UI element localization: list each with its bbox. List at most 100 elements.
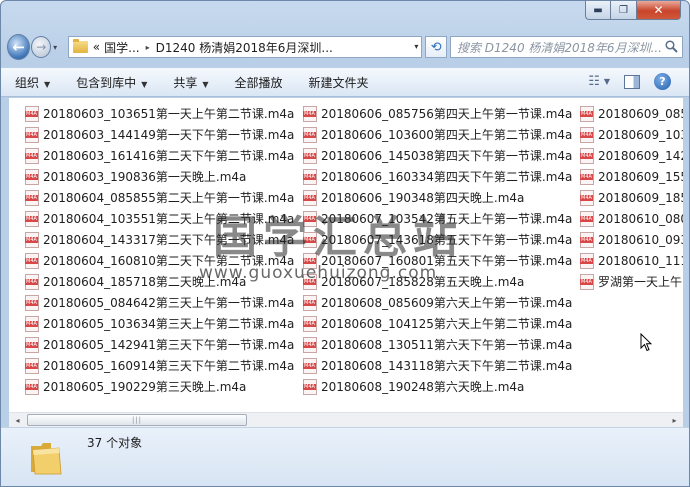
file-name: 20180608_085609第六天上午第一节课.m4a <box>321 296 573 310</box>
file-item[interactable]: 20180605_190229第三天晚上.m4a <box>25 376 294 397</box>
recent-pages-dropdown[interactable]: ▾ <box>53 43 64 52</box>
audio-file-icon <box>580 210 594 227</box>
audio-file-icon <box>580 273 594 290</box>
address-bar[interactable]: « 国学... ▸ D1240 杨清娟2018年6月深圳... ▾ <box>67 36 423 58</box>
file-name: 20180605_160914第三天下午第二节课.m4a <box>43 359 295 373</box>
search-icon[interactable] <box>665 40 678 53</box>
preview-pane-icon[interactable] <box>624 74 640 89</box>
audio-file-icon <box>25 378 39 395</box>
file-item[interactable]: 20180605_142941第三天下午第一节课.m4a <box>25 334 294 355</box>
audio-file-icon <box>580 126 594 143</box>
audio-file-icon <box>25 168 39 185</box>
include-in-library-menu[interactable]: 包含到库中 ▼ <box>76 74 147 91</box>
maximize-button[interactable]: ❐ <box>611 1 637 20</box>
search-input[interactable]: 搜索 D1240 杨清娟2018年6月深圳... <box>457 39 682 56</box>
details-pane: 37 个对象 <box>1 427 689 486</box>
audio-file-icon <box>25 147 39 164</box>
caption-buttons: ▬ ❐ ✕ <box>585 1 681 20</box>
file-item[interactable]: 20180606_160334第四天下午第二节课.m4a <box>303 166 572 187</box>
file-name: 20180609_1420 <box>598 148 683 163</box>
file-item[interactable]: 20180608_130511第六天下午第一节课.m4a <box>303 334 572 355</box>
file-item[interactable]: 20180609_1550 <box>580 166 683 187</box>
file-item[interactable]: 20180609_0857 <box>580 103 683 124</box>
file-item[interactable]: 罗湖第一天上午 <box>580 271 683 292</box>
view-options-icon[interactable]: ☷ ▼ <box>588 74 610 89</box>
file-name: 20180610_0938 <box>598 232 683 247</box>
organize-label: 组织 <box>15 75 40 90</box>
view-glyph: ☷ <box>588 74 600 89</box>
file-item[interactable]: 20180609_1857 <box>580 187 683 208</box>
scroll-right-arrow[interactable]: ▸ <box>667 414 682 427</box>
file-item[interactable]: 20180610_1118 <box>580 250 683 271</box>
file-item[interactable]: 20180608_085609第六天上午第一节课.m4a <box>303 292 572 313</box>
share-label: 共享 <box>173 75 198 90</box>
close-button[interactable]: ✕ <box>637 1 681 20</box>
audio-file-icon <box>580 168 594 185</box>
forward-button[interactable]: → <box>31 36 52 58</box>
file-item[interactable]: 20180606_145038第四天下午第一节课.m4a <box>303 145 572 166</box>
chevron-right-icon[interactable]: ▸ <box>146 43 150 52</box>
file-item[interactable]: 20180603_103651第一天上午第二节课.m4a <box>25 103 294 124</box>
chevron-down-icon: ▼ <box>603 77 610 86</box>
file-name: 20180606_160334第四天下午第二节课.m4a <box>321 170 573 184</box>
horizontal-scrollbar[interactable]: ◂ ||| ▸ <box>9 412 683 427</box>
file-name: 20180609_1857 <box>598 190 683 205</box>
file-name: 20180606_145038第四天下午第一节课.m4a <box>321 149 573 163</box>
file-item[interactable]: 20180606_085756第四天上午第一节课.m4a <box>303 103 572 124</box>
play-all-button[interactable]: 全部播放 <box>235 74 283 91</box>
refresh-button[interactable]: ⟲ <box>425 36 447 58</box>
file-name: 20180603_190836第一天晚上.m4a <box>43 170 247 184</box>
audio-file-icon <box>580 105 594 122</box>
audio-file-icon <box>580 147 594 164</box>
new-folder-button[interactable]: 新建文件夹 <box>309 74 369 91</box>
back-button[interactable]: ← <box>7 34 31 60</box>
audio-file-icon <box>25 189 39 206</box>
file-item[interactable]: 20180606_103600第四天上午第二节课.m4a <box>303 124 572 145</box>
item-count: 37 个对象 <box>87 436 143 450</box>
file-item[interactable]: 20180610_0808 <box>580 208 683 229</box>
file-item[interactable]: 20180603_190836第一天晚上.m4a <box>25 166 294 187</box>
navigation-bar: ← → ▾ « 国学... ▸ D1240 杨清娟2018年6月深圳... ▾ … <box>7 31 683 63</box>
chevron-down-icon[interactable]: ▾ <box>414 42 418 51</box>
file-name: 20180608_190248第六天晚上.m4a <box>321 380 525 394</box>
file-name: 罗湖第一天上午 <box>598 275 683 289</box>
audio-file-icon <box>25 105 39 122</box>
search-box[interactable]: 搜索 D1240 杨清娟2018年6月深圳... <box>449 36 683 58</box>
file-name: 20180605_103634第三天上午第二节课.m4a <box>43 317 295 331</box>
file-name: 20180605_084642第三天上午第一节课.m4a <box>43 296 295 310</box>
audio-file-icon <box>580 189 594 206</box>
file-item[interactable]: 20180609_1420 <box>580 145 683 166</box>
folder-icon <box>31 443 62 475</box>
mouse-cursor-icon <box>640 333 652 352</box>
file-item[interactable]: 20180608_190248第六天晚上.m4a <box>303 376 572 397</box>
address-overflow[interactable]: « <box>93 40 100 54</box>
file-item[interactable]: 20180603_144149第一天下午第一节课.m4a <box>25 124 294 145</box>
help-icon[interactable]: ? <box>654 73 671 90</box>
address-segment-root[interactable]: 国学... <box>104 39 139 56</box>
explorer-window: ▬ ❐ ✕ ← → ▾ « 国学... ▸ D1240 杨清娟2018年6月深圳… <box>0 0 690 487</box>
file-item[interactable]: 20180608_143118第六天下午第二节课.m4a <box>303 355 572 376</box>
scrollbar-thumb[interactable]: ||| <box>27 414 247 426</box>
file-item[interactable]: 20180603_161416第二天下午第二节课.m4a <box>25 145 294 166</box>
file-item[interactable]: 20180608_104125第六天上午第二节课.m4a <box>303 313 572 334</box>
file-item[interactable]: 20180609_1036 <box>580 124 683 145</box>
chevron-down-icon: ▼ <box>44 79 51 89</box>
audio-file-icon <box>303 315 317 332</box>
folder-icon <box>72 39 88 53</box>
file-item[interactable]: 20180605_084642第三天上午第一节课.m4a <box>25 292 294 313</box>
address-segment-current[interactable]: D1240 杨清娟2018年6月深圳... <box>156 39 333 56</box>
scroll-left-arrow[interactable]: ◂ <box>10 414 25 427</box>
file-name: 20180606_103600第四天上午第二节课.m4a <box>321 128 573 142</box>
audio-file-icon <box>25 126 39 143</box>
file-name: 20180609_1036 <box>598 127 683 142</box>
file-item[interactable]: 20180605_160914第三天下午第二节课.m4a <box>25 355 294 376</box>
toolbar-right: ☷ ▼ ? <box>574 73 671 90</box>
share-menu[interactable]: 共享 ▼ <box>173 74 208 91</box>
file-item[interactable]: 20180610_0938 <box>580 229 683 250</box>
command-bar: 组织 ▼ 包含到库中 ▼ 共享 ▼ 全部播放 新建文件夹 ☷ ▼ ? <box>1 67 689 97</box>
file-name: 20180610_1118 <box>598 253 683 268</box>
file-name: 20180609_1550 <box>598 169 683 184</box>
organize-menu[interactable]: 组织 ▼ <box>15 74 50 91</box>
minimize-button[interactable]: ▬ <box>585 1 611 20</box>
file-item[interactable]: 20180605_103634第三天上午第二节课.m4a <box>25 313 294 334</box>
